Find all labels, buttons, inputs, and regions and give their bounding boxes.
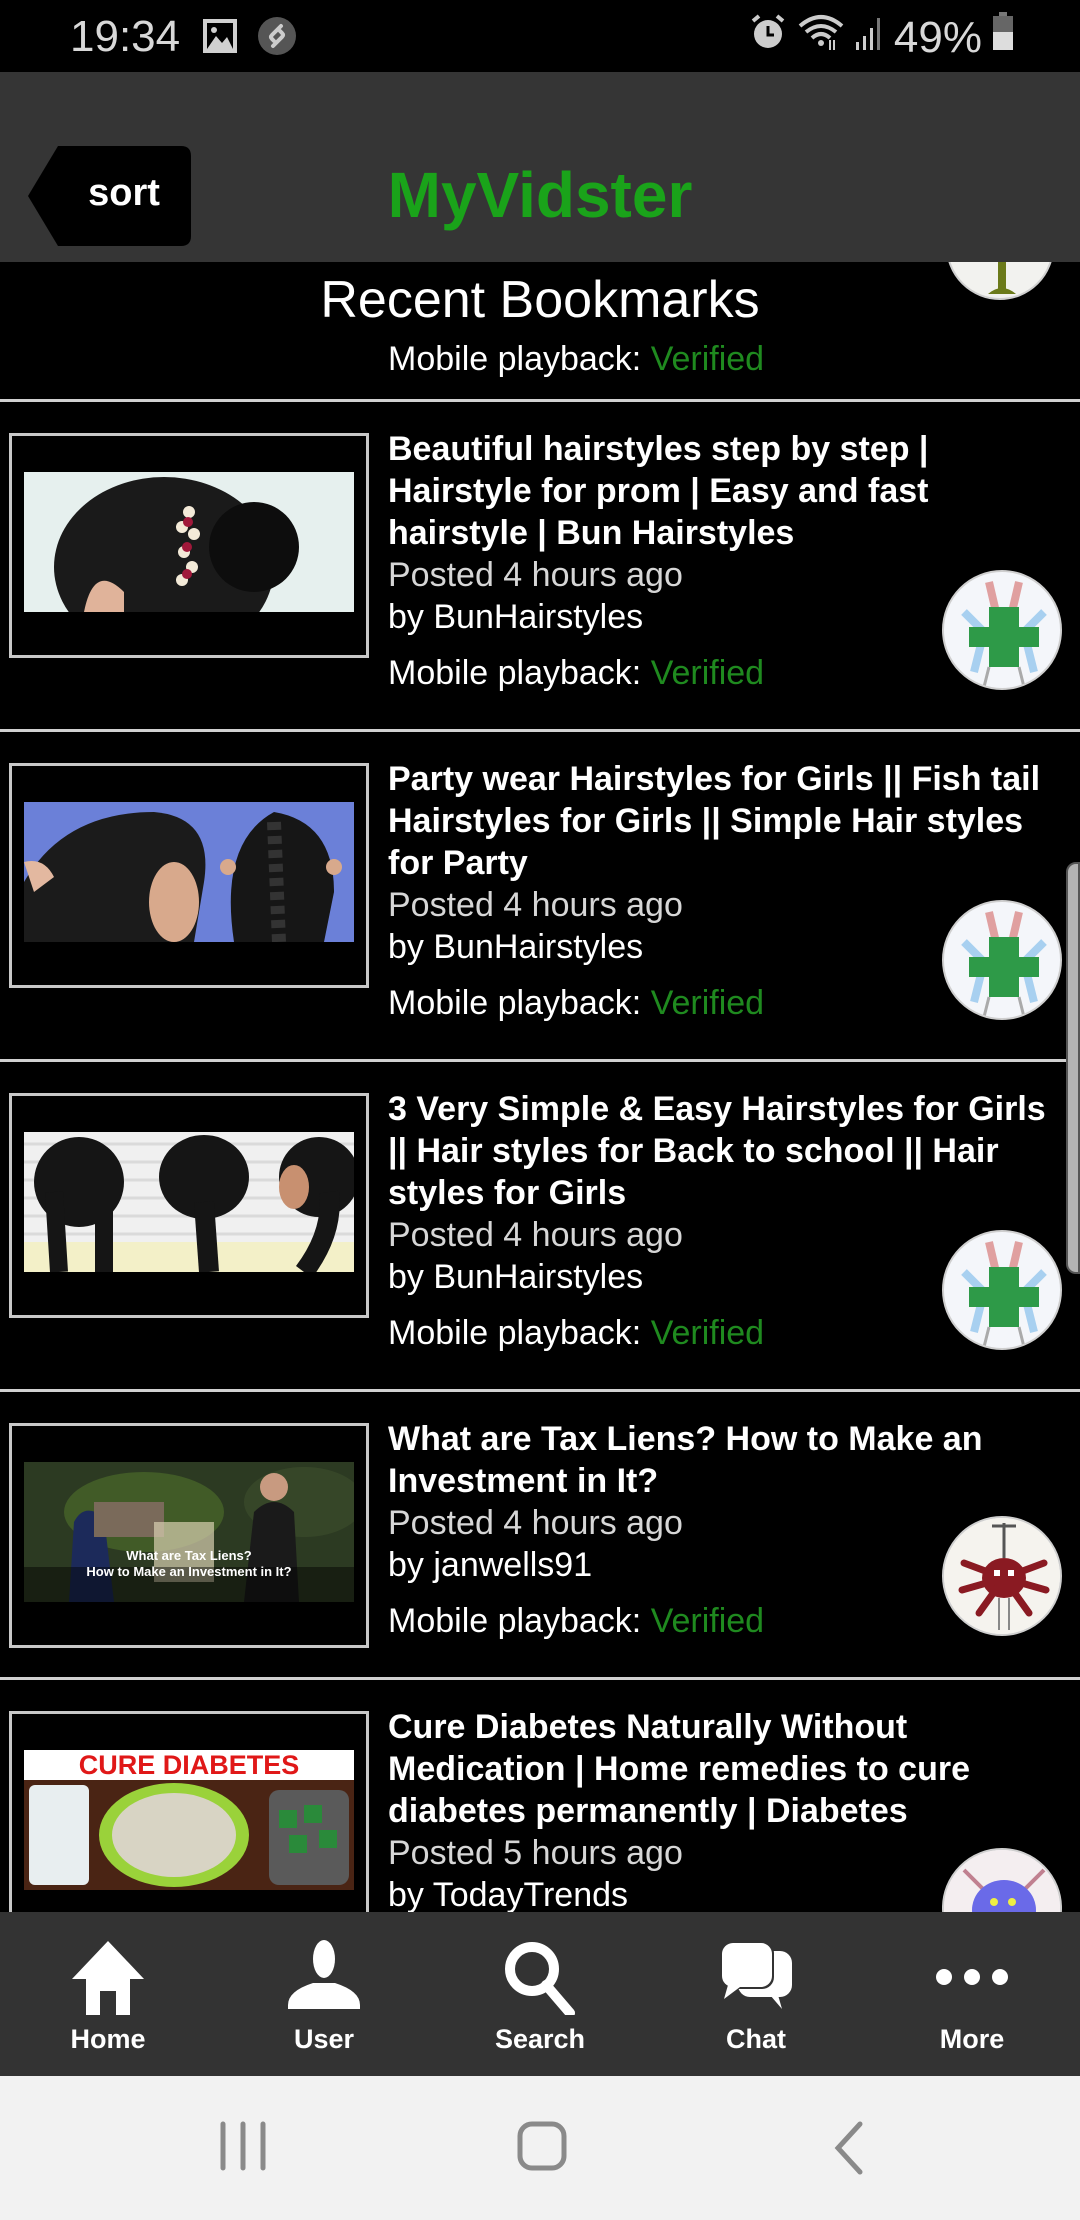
back-button[interactable] <box>822 2116 872 2181</box>
video-title-link[interactable]: Party wear Hairstyles for Girls || Fish … <box>388 758 1048 884</box>
nav-label: Home <box>70 2024 146 2054</box>
nav-chat[interactable]: Chat <box>648 1912 864 2076</box>
thumbnail-caption: CURE DIABETES <box>24 1750 354 1780</box>
shazam-icon <box>257 16 297 61</box>
battery-icon <box>992 12 1014 63</box>
fishtail-braid-thumbnail <box>24 802 354 942</box>
playback-label: Mobile playback: <box>388 984 651 1022</box>
chat-icon <box>718 1912 794 2022</box>
nav-search[interactable]: Search <box>432 1912 648 2076</box>
avatar[interactable] <box>942 1516 1062 1636</box>
posted-time: Posted 5 hours ago <box>388 1834 683 1872</box>
tax-liens-thumbnail: What are Tax Liens? How to Make an Inves… <box>24 1462 354 1602</box>
signal-icon <box>854 12 884 63</box>
nav-user[interactable]: User <box>216 1912 432 2076</box>
verified-badge: Verified <box>650 1602 765 1640</box>
avatar[interactable] <box>942 1230 1062 1350</box>
system-nav-bar <box>0 2076 1080 2220</box>
playback-label: Mobile playback: <box>388 1602 651 1640</box>
avatar[interactable] <box>942 900 1062 1020</box>
video-thumbnail[interactable] <box>9 1093 369 1318</box>
section-title: Recent Bookmarks <box>320 271 760 329</box>
posted-time: Posted 4 hours ago <box>388 886 683 924</box>
status-bar: 19:34 49% <box>0 0 1080 72</box>
status-right: 49% <box>748 12 1014 63</box>
nav-label: Search <box>494 2024 586 2054</box>
scrollbar[interactable] <box>1066 862 1080 1274</box>
verified-badge: Verified <box>650 654 765 692</box>
nav-more[interactable]: More <box>864 1912 1080 2076</box>
playback-label: Mobile playback: <box>388 654 651 692</box>
nav-label: Chat <box>726 2024 786 2054</box>
video-title-link[interactable]: Cure Diabetes Naturally Without Medicati… <box>388 1706 1048 1832</box>
avatar[interactable] <box>942 570 1062 690</box>
home-icon <box>70 1912 146 2022</box>
home-button[interactable] <box>512 2116 572 2181</box>
video-thumbnail[interactable] <box>9 763 369 988</box>
list-item[interactable]: CURE DIABETES Cure Diabetes Naturally Wi… <box>0 1680 1080 1912</box>
list-item[interactable]: What are Tax Liens? How to Make an Inves… <box>0 1392 1080 1677</box>
status-time: 19:34 <box>70 12 181 61</box>
bookmark-list[interactable]: Mobile playback: Verified Recent Bookmar… <box>0 262 1080 1912</box>
verified-badge: Verified <box>650 340 765 378</box>
list-item[interactable]: Beautiful hairstyles step by step | Hair… <box>0 402 1080 729</box>
thumbnail-caption: How to Make an Investment in It? <box>86 1564 292 1579</box>
posted-time: Posted 4 hours ago <box>388 556 683 594</box>
alarm-icon <box>748 12 788 63</box>
gallery-icon <box>202 18 238 59</box>
item-text: What are Tax Liens? How to Make an Inves… <box>388 1418 1048 1642</box>
app-title: MyVidster <box>387 159 693 231</box>
bottom-nav: Home User Search Chat More <box>0 1912 1080 2076</box>
video-title-link[interactable]: Beautiful hairstyles step by step | Hair… <box>388 428 1048 554</box>
verified-badge: Verified <box>650 984 765 1022</box>
hair-bun-thumbnail <box>24 472 354 612</box>
playback-label: Mobile playback: <box>388 1314 651 1352</box>
video-thumbnail[interactable] <box>9 433 369 658</box>
video-thumbnail[interactable]: What are Tax Liens? How to Make an Inves… <box>9 1423 369 1648</box>
video-thumbnail[interactable]: CURE DIABETES <box>9 1711 369 1912</box>
thumbnail-caption: What are Tax Liens? <box>126 1548 252 1563</box>
video-title-link[interactable]: What are Tax Liens? How to Make an Inves… <box>388 1418 1048 1502</box>
three-braids-thumbnail <box>24 1132 354 1272</box>
mobile-playback-status: Mobile playback: Verified <box>388 338 764 380</box>
recents-button[interactable] <box>218 2116 268 2181</box>
posted-time: Posted 4 hours ago <box>388 1504 683 1542</box>
more-icon <box>934 1912 1010 2022</box>
wifi-icon <box>798 12 844 63</box>
search-icon <box>502 1912 578 2022</box>
list-item[interactable]: Party wear Hairstyles for Girls || Fish … <box>0 732 1080 1059</box>
mobile-playback-status: Mobile playback: Verified <box>388 1600 1048 1642</box>
app-header: sort MyVidster <box>0 72 1080 262</box>
verified-badge: Verified <box>650 1314 765 1352</box>
battery-text: 49% <box>893 12 982 62</box>
cure-diabetes-thumbnail: CURE DIABETES <box>24 1750 354 1890</box>
posted-time: Posted 4 hours ago <box>388 1216 683 1254</box>
video-title-link[interactable]: 3 Very Simple & Easy Hairstyles for Girl… <box>388 1088 1048 1214</box>
user-icon <box>286 1912 362 2022</box>
nav-label: More <box>939 2024 1005 2054</box>
list-item[interactable]: 3 Very Simple & Easy Hairstyles for Girl… <box>0 1062 1080 1389</box>
nav-label: User <box>293 2024 355 2054</box>
nav-home[interactable]: Home <box>0 1912 216 2076</box>
playback-label: Mobile playback: <box>388 340 651 378</box>
